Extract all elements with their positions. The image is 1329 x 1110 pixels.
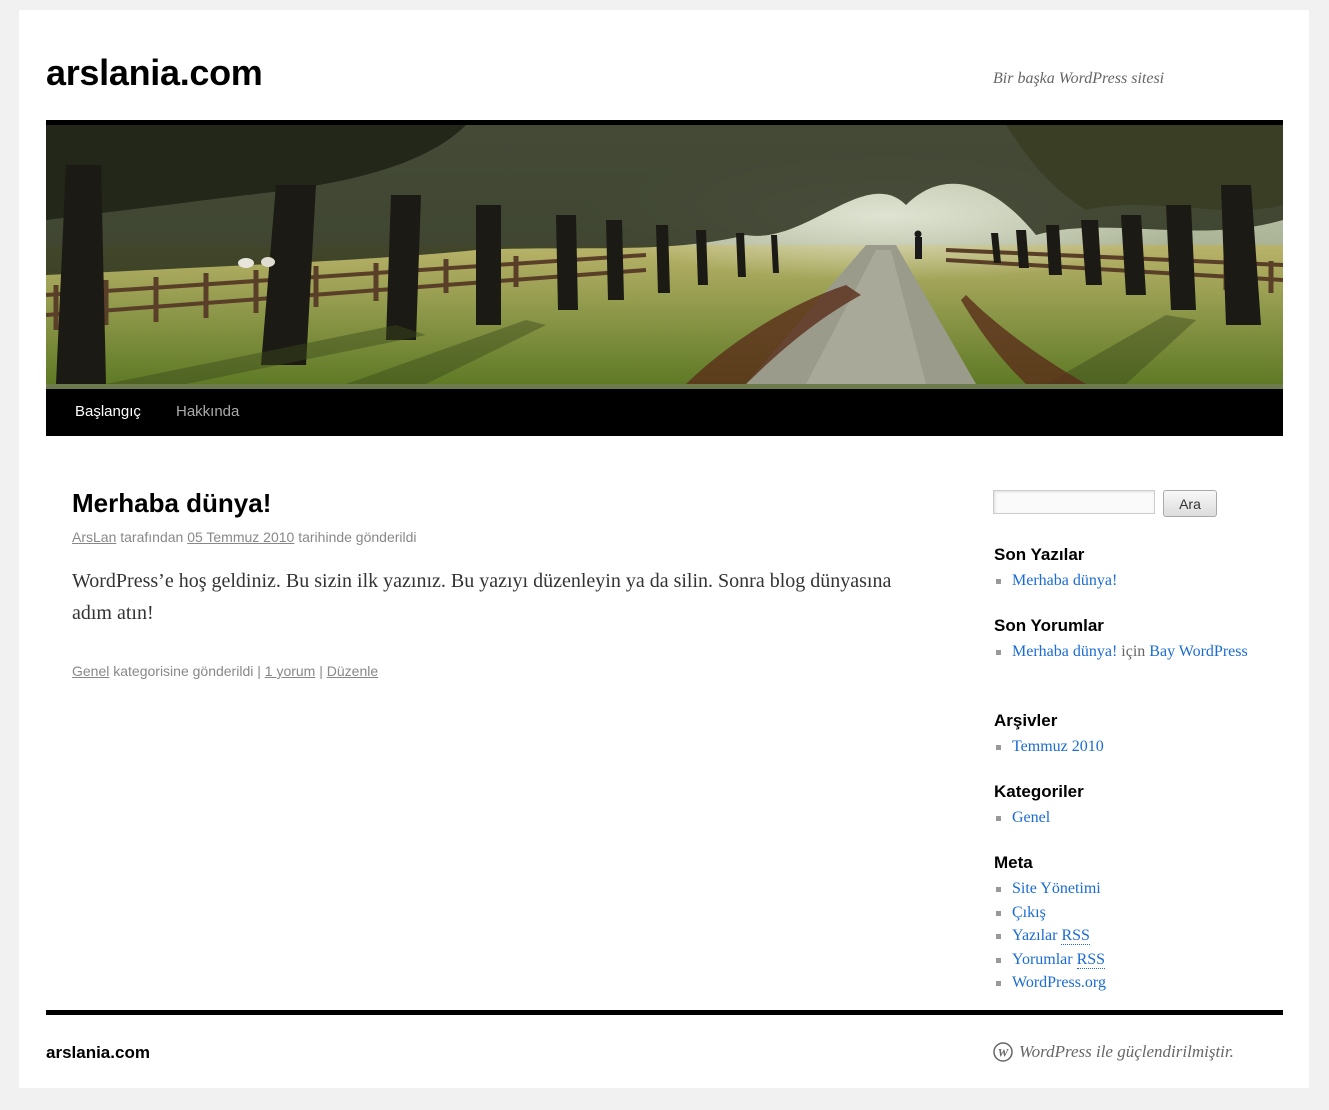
meta-posted-text: tarihinde gönderildi (294, 529, 417, 545)
widget-title-categories: Kategoriler (994, 782, 1084, 801)
nav-item-home[interactable]: Başlangıç (75, 403, 141, 420)
author-link[interactable]: ArsLan (72, 529, 116, 545)
comment-author-link[interactable]: Bay WordPress (1149, 643, 1247, 660)
widget-title-archives: Arşivler (994, 711, 1058, 730)
wordpress-org-link[interactable]: WordPress.org (1012, 974, 1106, 991)
comment-for-text: için (1117, 643, 1150, 660)
list-item: Merhaba dünya! (994, 569, 1249, 593)
site-description: Bir başka WordPress sitesi (993, 70, 1165, 87)
widget-meta: Meta Site Yönetimi Çıkış Yazılar RSS Yor… (994, 853, 1249, 995)
recent-post-link[interactable]: Merhaba dünya! (1012, 572, 1117, 589)
list-item: Temmuz 2010 (994, 735, 1249, 759)
site-generator-text: WordPress ile güçlendirilmiştir. (1019, 1042, 1234, 1061)
wordpress-logo-icon: W (993, 1042, 1013, 1062)
archive-link[interactable]: Temmuz 2010 (1012, 738, 1104, 755)
page-wrapper: arslania.com Bir başka WordPress sitesi (19, 10, 1309, 1088)
comment-post-link[interactable]: Merhaba dünya! (1012, 643, 1117, 660)
widget-archives: Arşivler Temmuz 2010 (994, 711, 1249, 759)
comments-rss-link[interactable]: Yorumlar RSS (1012, 950, 1106, 969)
header-image (46, 120, 1283, 389)
comments-rss-word: Yorumlar (1012, 950, 1073, 968)
widget-recent-comments: Son Yorumlar Merhaba dünya! için Bay Wor… (994, 616, 1249, 664)
widget-title-meta: Meta (994, 853, 1033, 872)
footer-divider (46, 1010, 1283, 1015)
nav-item-about[interactable]: Hakkında (176, 403, 239, 420)
post-title[interactable]: Merhaba dünya! (72, 488, 912, 519)
category-link[interactable]: Genel (72, 663, 109, 679)
widget-title-recent-comments: Son Yorumlar (994, 616, 1104, 635)
comments-link[interactable]: 1 yorum (265, 663, 316, 679)
content-area: Merhaba dünya! ArsLan tarafından 05 Temm… (72, 488, 912, 679)
logout-link[interactable]: Çıkış (1012, 904, 1046, 921)
footer-site-title[interactable]: arslania.com (46, 1043, 150, 1063)
rss-abbr: RSS (1076, 950, 1106, 969)
meta-by-text: tarafından (116, 529, 188, 545)
post-content: WordPress’e hoş geldiniz. Bu sizin ilk y… (72, 570, 892, 624)
rss-abbr: RSS (1061, 927, 1090, 945)
list-item: Genel (994, 806, 1249, 830)
posts-rss-word: Yazılar (1012, 927, 1058, 944)
category-widget-link[interactable]: Genel (1012, 809, 1050, 826)
posts-rss-link[interactable]: Yazılar RSS (1012, 927, 1090, 945)
post-date-link[interactable]: 05 Temmuz 2010 (187, 529, 294, 545)
list-item: Merhaba dünya! için Bay WordPress (994, 640, 1249, 664)
widget-categories: Kategoriler Genel (994, 782, 1249, 830)
list-item: WordPress.org (994, 971, 1249, 995)
post-meta: ArsLan tarafından 05 Temmuz 2010 tarihin… (72, 529, 912, 545)
site-title[interactable]: arslania.com (46, 52, 263, 94)
list-item: Yazılar RSS (994, 924, 1249, 948)
main-navigation: Başlangıç Hakkında (46, 389, 1283, 436)
list-item: Yorumlar RSS (994, 948, 1249, 972)
list-item: Site Yönetimi (994, 877, 1249, 901)
site-admin-link[interactable]: Site Yönetimi (1012, 880, 1101, 897)
search-button[interactable]: Ara (1163, 490, 1217, 517)
site-generator-link[interactable]: W WordPress ile güçlendirilmiştir. (993, 1042, 1234, 1062)
widget-title-recent-posts: Son Yazılar (994, 545, 1085, 564)
svg-text:W: W (998, 1046, 1010, 1060)
post-utility: Genel kategorisine gönderildi | 1 yorum … (72, 663, 912, 679)
search-input[interactable] (993, 490, 1155, 514)
utility-separator: | (315, 663, 327, 679)
list-item: Çıkış (994, 901, 1249, 925)
category-text: kategorisine gönderildi | (109, 663, 265, 679)
widget-recent-posts: Son Yazılar Merhaba dünya! (994, 545, 1249, 593)
edit-link[interactable]: Düzenle (327, 663, 378, 679)
